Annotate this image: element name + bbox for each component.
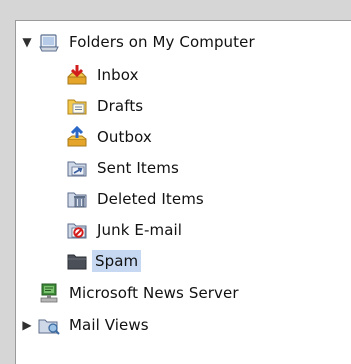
tree-item-label: Outbox (97, 128, 152, 146)
news-server-icon (38, 282, 60, 304)
expand-triangle-down-icon[interactable]: ▼ (21, 35, 33, 49)
folder-tree-panel: ▼ Folders on My Computer Inbox Drafts Ou… (15, 20, 351, 364)
folder-icon (66, 250, 88, 272)
drafts-icon (66, 95, 88, 117)
tree-node-folders-on-my-computer[interactable]: ▼ Folders on My Computer (16, 27, 351, 57)
tree-item-label: Drafts (97, 97, 144, 115)
tree-item-spam[interactable]: Spam (16, 246, 351, 276)
tree-node-mail-views[interactable]: ▶ Mail Views (16, 310, 351, 340)
sent-items-icon (66, 157, 88, 179)
tree-node-label: Folders on My Computer (69, 33, 255, 51)
inbox-icon (66, 64, 88, 86)
tree-item-label: Inbox (97, 66, 139, 84)
tree-item-drafts[interactable]: Drafts (16, 91, 351, 121)
tree-item-junk-email[interactable]: Junk E-mail (16, 215, 351, 245)
outbox-icon (66, 126, 88, 148)
mail-views-icon (38, 314, 60, 336)
tree-item-label: Junk E-mail (97, 221, 183, 239)
tree-node-label: Microsoft News Server (69, 284, 239, 302)
tree-item-outbox[interactable]: Outbox (16, 122, 351, 152)
tree-item-label: Sent Items (97, 159, 179, 177)
tree-item-label: Deleted Items (97, 190, 204, 208)
junk-email-icon (66, 219, 88, 241)
tree-item-label: Spam (92, 250, 142, 272)
tree-item-sent-items[interactable]: Sent Items (16, 153, 351, 183)
expand-triangle-right-icon[interactable]: ▶ (21, 318, 33, 332)
tree-item-deleted-items[interactable]: Deleted Items (16, 184, 351, 214)
tree-item-inbox[interactable]: Inbox (16, 60, 351, 90)
computer-folders-icon (38, 31, 60, 53)
tree-node-microsoft-news-server[interactable]: Microsoft News Server (16, 278, 351, 308)
deleted-items-icon (66, 188, 88, 210)
tree-node-label: Mail Views (69, 316, 149, 334)
